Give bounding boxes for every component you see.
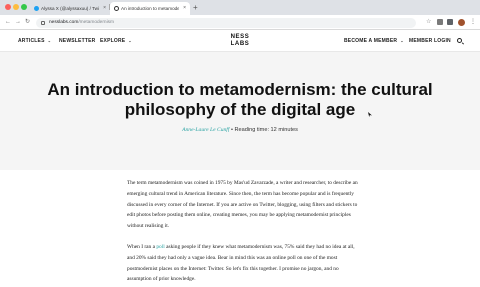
twitter-icon — [34, 6, 39, 11]
chevron-down-icon: ⌄ — [400, 38, 404, 43]
forward-button[interactable]: → — [15, 15, 21, 30]
ness-labs-logo[interactable]: NESS LABS — [226, 34, 254, 48]
browser-menu-icon[interactable]: ⋮ — [470, 15, 476, 30]
extensions-puzzle-icon[interactable] — [447, 19, 453, 25]
lock-icon — [41, 20, 45, 25]
tab-close-icon[interactable]: × — [103, 2, 106, 15]
nesslabs-favicon-icon — [114, 6, 119, 11]
browser-toolbar: ← → ↻ nesslabs.com/metamodernism ☆ ⋮ — [0, 15, 480, 30]
maximize-window-button[interactable] — [21, 4, 27, 10]
chevron-down-icon: ⌄ — [47, 38, 52, 43]
author-link[interactable]: Anne-Laure Le Cunff — [182, 127, 229, 133]
article-paragraph: When I ran a poll asking people if they … — [127, 242, 359, 285]
new-tab-button[interactable]: + — [193, 1, 198, 14]
nav-articles[interactable]: ARTICLES ⌄ — [18, 30, 51, 52]
tab-title: An introduction to metamodernism: the cu… — [121, 6, 179, 11]
browser-tab-twitter[interactable]: Alyssa X (@alyssaxuu) / Twitter × — [30, 2, 110, 15]
article-byline: Anne-Laure Le Cunff • Reading time: 12 m… — [40, 127, 440, 133]
logo-line-2: LABS — [230, 41, 250, 47]
url-text[interactable]: nesslabs.com/metamodernism — [49, 18, 114, 28]
url-host: nesslabs.com — [49, 19, 79, 25]
reload-button[interactable]: ↻ — [25, 15, 30, 30]
close-window-button[interactable] — [5, 4, 11, 10]
site-header: ARTICLES ⌄ NEWSLETTER EXPLORE ⌄ NESS LABS … — [0, 30, 480, 52]
article-body: The term metamodernism was coined in 197… — [127, 178, 359, 287]
logo-line-1: NESS — [230, 34, 250, 40]
nav-newsletter[interactable]: NEWSLETTER — [59, 30, 95, 52]
tab-title: Alyssa X (@alyssaxuu) / Twitter — [41, 6, 99, 11]
member-login-link[interactable]: MEMBER LOGIN — [409, 30, 451, 52]
article-title: An introduction to metamodernism: the cu… — [47, 80, 433, 119]
bookmark-star-icon[interactable]: ☆ — [426, 17, 432, 25]
reading-time: • Reading time: 12 minutes — [229, 127, 298, 133]
url-path: /metamodernism — [78, 19, 115, 25]
back-button[interactable]: ← — [5, 15, 11, 30]
article-hero: An introduction to metamodernism: the cu… — [0, 52, 480, 170]
browser-tab-active[interactable]: An introduction to metamodernism: the cu… — [110, 2, 190, 15]
browser-tab-strip: Alyssa X (@alyssaxuu) / Twitter × An int… — [0, 0, 480, 15]
become-member-label: BECOME A MEMBER — [344, 38, 398, 44]
address-bar[interactable]: nesslabs.com/metamodernism — [36, 17, 416, 28]
search-icon[interactable] — [457, 38, 462, 43]
poll-link[interactable]: poll — [156, 244, 164, 250]
article-paragraph: The term metamodernism was coined in 197… — [127, 180, 358, 230]
extension-icon[interactable] — [437, 19, 443, 25]
nav-explore-label: EXPLORE — [100, 38, 126, 44]
nav-explore[interactable]: EXPLORE ⌄ — [100, 30, 132, 52]
tab-close-icon[interactable]: × — [183, 2, 186, 15]
minimize-window-button[interactable] — [13, 4, 19, 10]
profile-avatar[interactable] — [458, 18, 465, 26]
paragraph-text: When I ran a — [127, 243, 157, 250]
become-member-button[interactable]: BECOME A MEMBER ⌄ — [344, 30, 404, 52]
nav-articles-label: ARTICLES — [18, 38, 45, 44]
chevron-down-icon: ⌄ — [128, 38, 132, 43]
